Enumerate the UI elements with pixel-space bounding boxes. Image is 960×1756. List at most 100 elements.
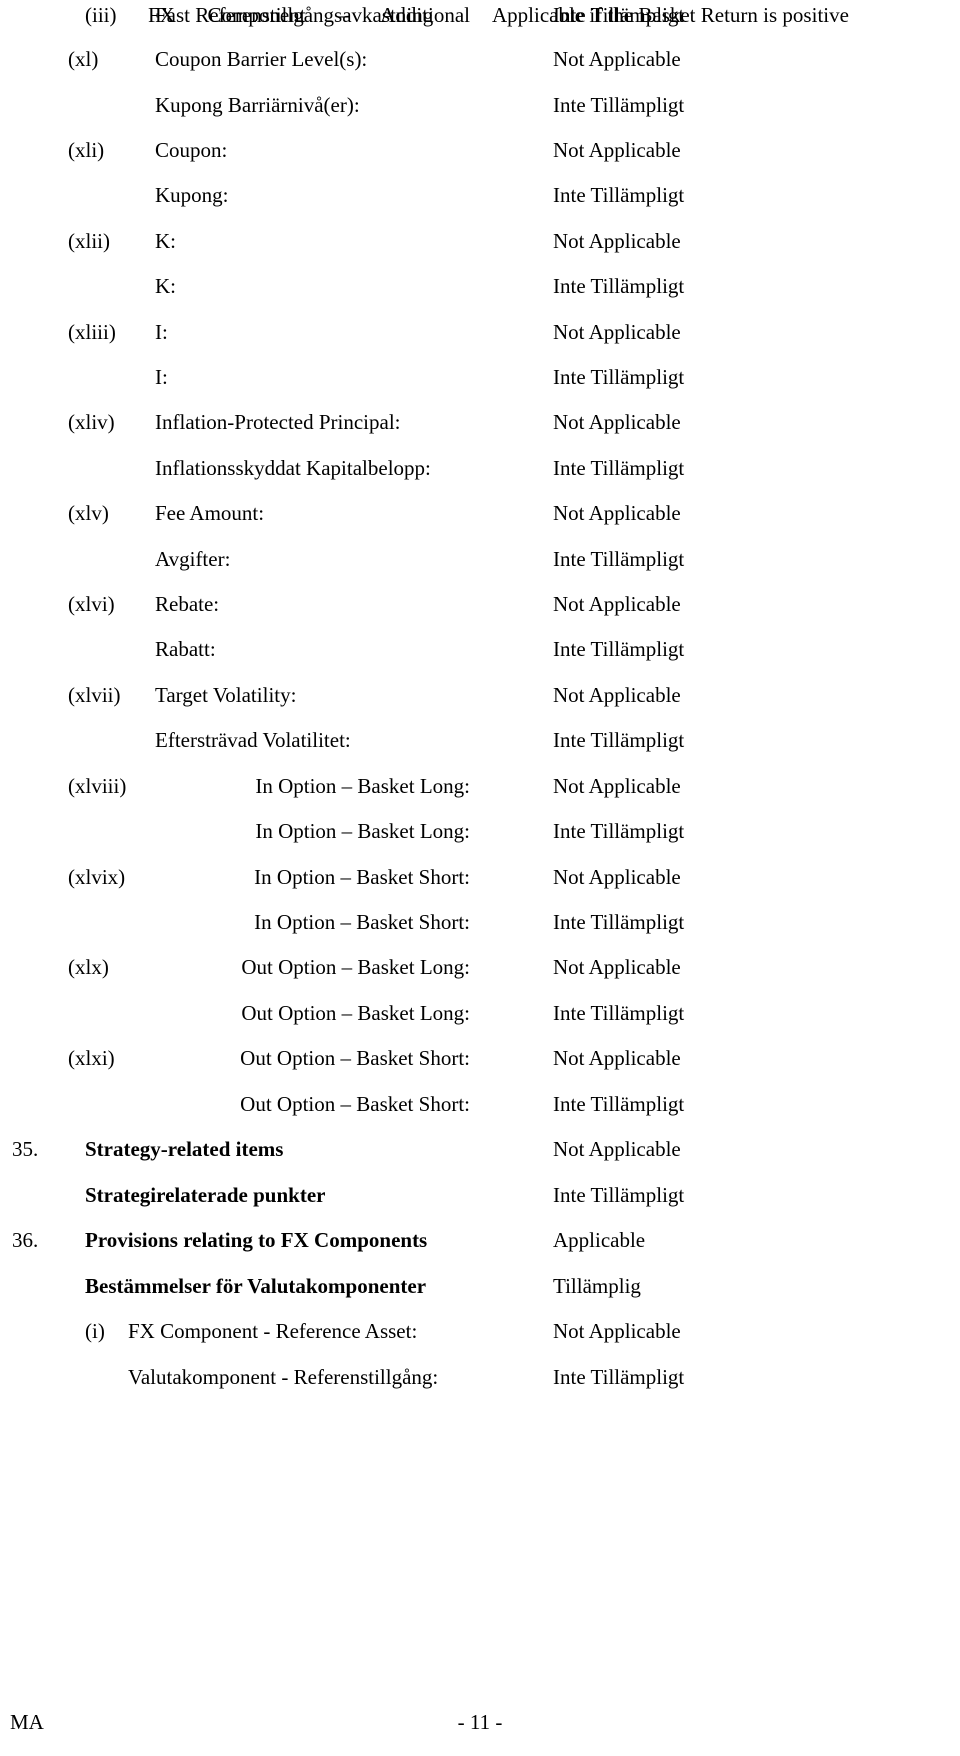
item-value: Not Applicable (553, 683, 681, 707)
item-value: Inte Tillämpligt (553, 728, 685, 752)
item-value: Not Applicable (553, 1046, 681, 1070)
table-row: Valutakomponent - Referenstillgång: Inte … (0, 1362, 960, 1396)
item-value: Not Applicable (553, 1137, 681, 1161)
table-row: 35. Strategy-related items Not Applicable (0, 1134, 960, 1168)
item-label: Eftersträvad Volatilitet: (155, 728, 351, 752)
item-label: Rabatt: (155, 637, 216, 661)
table-row: Inflationsskyddat Kapitalbelopp: Inte Til… (0, 453, 960, 487)
item-value: Inte Tillämpligt (553, 456, 685, 480)
item-value: Inte Tillämpligt (553, 1365, 685, 1389)
table-row: Kupong Barriärnivå(er): Inte Tillämpligt (0, 90, 960, 124)
item-marker: 35. (12, 1137, 39, 1161)
item-label: FX Component – Additional (148, 3, 470, 27)
item-marker: (xli) (68, 138, 105, 162)
item-label: K: (155, 229, 176, 253)
item-marker: 36. (12, 1228, 39, 1252)
table-row: (xlvix) In Option – Basket Short: Not Appl… (0, 862, 960, 896)
item-label: Out Option – Basket Short: (240, 1092, 470, 1116)
item-value: Inte Tillämpligt (553, 637, 685, 661)
item-value: Inte Tillämpligt (553, 1092, 685, 1116)
item-value: Inte Tillämpligt (553, 365, 685, 389)
item-label: In Option – Basket Long: (255, 774, 470, 798)
item-label: Out Option – Basket Short: (240, 1046, 470, 1070)
item-label: Out Option – Basket Long: (241, 1001, 470, 1025)
item-label: Strategy-related items (85, 1137, 284, 1161)
table-row: (xlvi) Rebate: Not Applicable (0, 589, 960, 623)
item-value: Not Applicable (553, 229, 681, 253)
item-value: Not Applicable (553, 410, 681, 434)
item-value: Not Applicable (553, 955, 681, 979)
table-row: In Option – Basket Short: Inte Tillämplig… (0, 907, 960, 941)
table-row: In Option – Basket Long: Inte Tillämpligt (0, 816, 960, 850)
item-value: Not Applicable (553, 774, 681, 798)
item-marker: (xlvi) (68, 592, 115, 616)
table-row: 36. Provisions relating to FX Components A… (0, 1225, 960, 1259)
table-row-justified: (iii) FX Component – Additional Applicab… (0, 0, 960, 34)
item-value: Inte Tillämpligt (553, 1001, 685, 1025)
item-value: Not Applicable (553, 320, 681, 344)
item-value: Not Applicable (553, 1319, 681, 1343)
item-marker: (i) (85, 1319, 105, 1343)
item-marker: (iii) (85, 3, 117, 27)
table-row: (xl) Coupon Barrier Level(s): Not Applicab… (0, 44, 960, 78)
item-marker: (xliv) (68, 410, 115, 434)
table-row: (i) FX Component - Reference Asset: Not Ap… (0, 1316, 960, 1350)
table-row: Eftersträvad Volatilitet: Inte Tillämplig… (0, 725, 960, 759)
page-number: - 11 - (457, 1710, 503, 1734)
item-value: Applicable if the Basket Return is posit… (492, 3, 849, 27)
item-marker: (xliii) (68, 320, 116, 344)
table-row: Out Option – Basket Short: Inte Tillämpli… (0, 1089, 960, 1123)
item-marker: (xlii) (68, 229, 110, 253)
item-value: Not Applicable (553, 47, 681, 71)
table-row: (xlxi) Out Option – Basket Short: Not Appl… (0, 1043, 960, 1077)
item-value: Tillämplig (553, 1274, 641, 1298)
item-value: Not Applicable (553, 138, 681, 162)
item-label: Fee Amount: (155, 501, 265, 525)
item-label: Coupon Barrier Level(s): (155, 47, 368, 71)
item-marker: (xlvii) (68, 683, 121, 707)
item-label: K: (155, 274, 176, 298)
item-value: Not Applicable (553, 501, 681, 525)
item-label: Rebate: (155, 592, 220, 616)
item-marker: (xlv) (68, 501, 109, 525)
item-label: Strategirelaterade punkter (85, 1183, 326, 1207)
table-row: (xlii) K: Not Applicable (0, 226, 960, 260)
table-row: Out Option – Basket Long: Inte Tillämplig… (0, 998, 960, 1032)
item-label: I: (155, 365, 168, 389)
item-label: In Option – Basket Short: (254, 910, 470, 934)
item-label: In Option – Basket Long: (255, 819, 470, 843)
table-row: (xlv) Fee Amount: Not Applicable (0, 498, 960, 532)
item-label: In Option – Basket Short: (254, 865, 470, 889)
item-label: I: (155, 320, 168, 344)
table-row: (xlvii) Target Volatility: Not Applicable (0, 680, 960, 714)
table-row: Kupong: Inte Tillämpligt (0, 180, 960, 214)
item-label: Valutakomponent - Referenstillgång: (128, 1365, 439, 1389)
table-row: (xli) Coupon: Not Applicable (0, 135, 960, 169)
table-row: (xlx) Out Option – Basket Long: Not Applic… (0, 952, 960, 986)
item-label: Bestämmelser för Valutakomponenter (85, 1274, 427, 1298)
item-label: Inflationsskyddat Kapitalbelopp: (155, 456, 431, 480)
item-value: Applicable (553, 1228, 646, 1252)
item-label: FX Component - Reference Asset: (128, 1319, 418, 1343)
item-value: Inte Tillämpligt (553, 274, 685, 298)
table-row: K: Inte Tillämpligt (0, 271, 960, 305)
item-value: Inte Tillämpligt (553, 819, 685, 843)
item-label: Coupon: (155, 138, 228, 162)
table-row: Avgifter: Inte Tillämpligt (0, 544, 960, 578)
item-label: Inflation-Protected Principal: (155, 410, 401, 434)
item-value: Inte Tillämpligt (553, 547, 685, 571)
item-value: Not Applicable (553, 592, 681, 616)
table-row: (xliv) Inflation-Protected Principal: Not … (0, 407, 960, 441)
item-label: Avgifter: (155, 547, 231, 571)
item-value: Inte Tillämpligt (553, 183, 685, 207)
item-value: Inte Tillämpligt (553, 910, 685, 934)
item-label: Provisions relating to FX Components (85, 1228, 428, 1252)
table-row: Bestämmelser för Valutakomponenter Tilläm… (0, 1271, 960, 1305)
item-label: Kupong: (155, 183, 229, 207)
item-value: Inte Tillämpligt (553, 93, 685, 117)
table-row: (xlviii) In Option – Basket Long: Not Appl… (0, 771, 960, 805)
table-row: I: Inte Tillämpligt (0, 362, 960, 396)
item-label: Out Option – Basket Long: (241, 955, 470, 979)
item-value: Not Applicable (553, 865, 681, 889)
item-value: Inte Tillämpligt (553, 1183, 685, 1207)
